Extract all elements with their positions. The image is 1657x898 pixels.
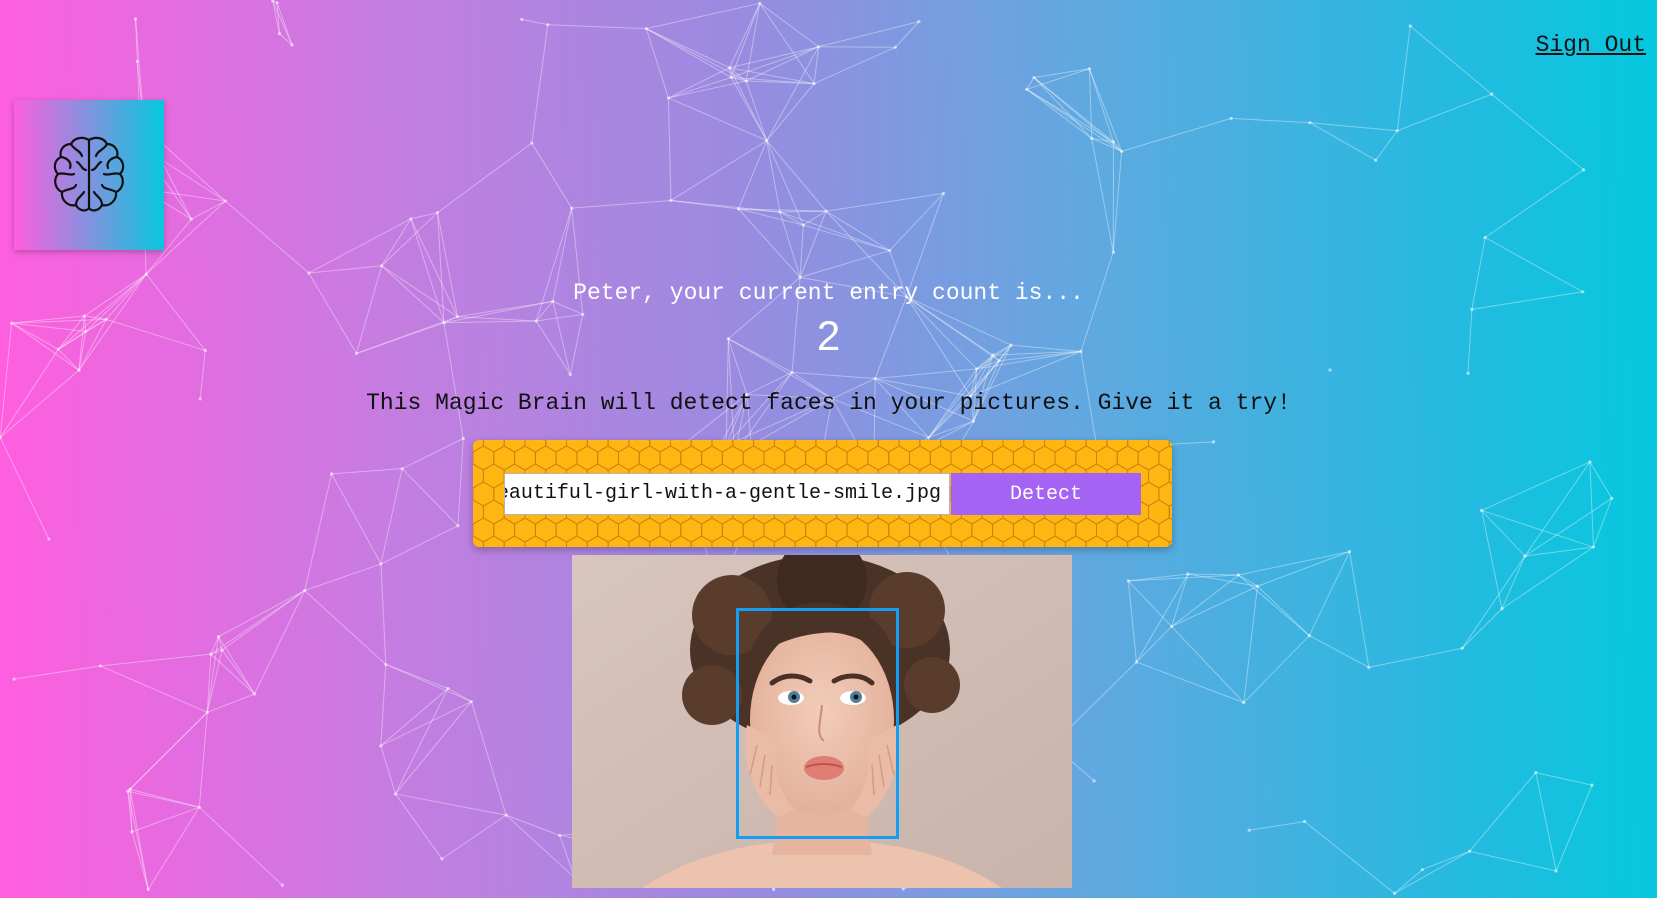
logo-card bbox=[14, 100, 164, 250]
detect-button[interactable]: Detect bbox=[951, 473, 1141, 515]
tagline: This Magic Brain will detect faces in yo… bbox=[366, 390, 1291, 416]
brain-icon bbox=[53, 136, 125, 212]
entry-count-value: 2 bbox=[816, 312, 841, 359]
image-url-input[interactable]: beautiful-girl-with-a-gentle-smile.jpg bbox=[504, 473, 950, 515]
face-bounding-box bbox=[736, 608, 899, 839]
entry-count-message: Peter, your current entry count is... bbox=[573, 280, 1084, 306]
image-link-form: beautiful-girl-with-a-gentle-smile.jpg D… bbox=[473, 440, 1172, 547]
sign-out-link[interactable]: Sign Out bbox=[1536, 32, 1646, 58]
input-image bbox=[572, 555, 1072, 888]
